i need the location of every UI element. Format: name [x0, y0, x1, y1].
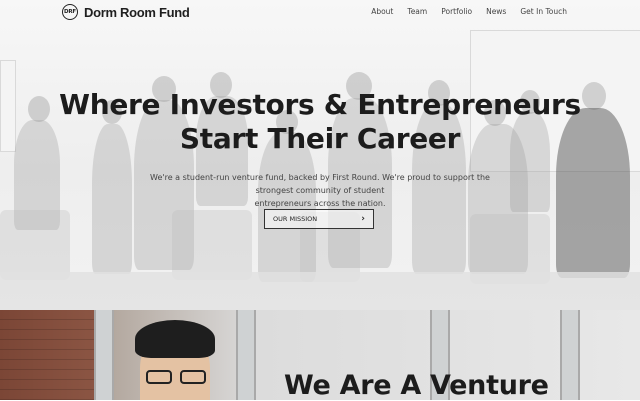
background-table — [0, 272, 640, 310]
brand-logo[interactable]: DRF Dorm Room Fund — [62, 3, 190, 21]
hero-section: DRF Dorm Room Fund About Team Portfolio … — [0, 0, 640, 310]
glasses-right — [180, 370, 206, 384]
background-window — [94, 310, 114, 400]
background-window — [236, 310, 256, 400]
chevron-right-icon: › — [361, 214, 365, 224]
top-navigation: DRF Dorm Room Fund About Team Portfolio … — [0, 0, 640, 26]
brand-name: Dorm Room Fund — [84, 4, 190, 20]
nav-link-portfolio[interactable]: Portfolio — [441, 7, 472, 16]
portrait-hair — [135, 320, 215, 358]
nav-link-news[interactable]: News — [486, 7, 506, 16]
nav-link-about[interactable]: About — [371, 7, 393, 16]
venture-section-title: We Are A Venture — [284, 370, 549, 401]
nav-links: About Team Portfolio News Get In Touch — [371, 7, 567, 16]
hero-headline-line-2: Start Their Career — [179, 122, 461, 155]
background-chair — [0, 210, 70, 280]
our-mission-label: OUR MISSION — [273, 215, 318, 223]
hero-subtext: We're a student-run venture fund, backed… — [150, 171, 490, 210]
hero-headline: Where Investors & Entrepreneurs Start Th… — [0, 88, 640, 156]
glasses-left — [146, 370, 172, 384]
hero-headline-line-1: Where Investors & Entrepreneurs — [59, 88, 581, 121]
background-chair — [172, 210, 252, 280]
nav-link-get-in-touch[interactable]: Get In Touch — [520, 7, 567, 16]
brick-wall-image — [0, 310, 100, 400]
background-window — [560, 310, 580, 400]
our-mission-button[interactable]: OUR MISSION › — [264, 209, 374, 229]
nav-link-team[interactable]: Team — [407, 7, 427, 16]
logo-mark: DRF — [62, 4, 78, 20]
hero-subtext-line-1: We're a student-run venture fund, backed… — [150, 173, 490, 195]
